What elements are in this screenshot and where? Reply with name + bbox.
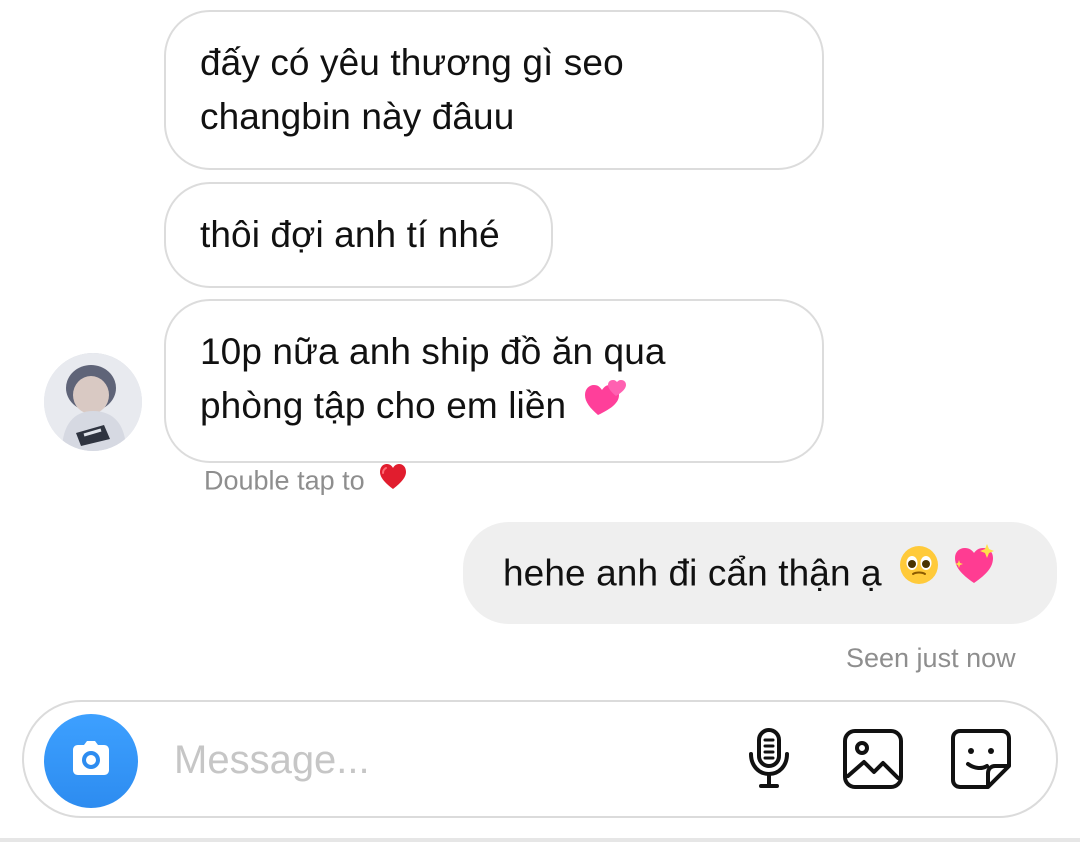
incoming-message-2[interactable]: thôi đợi anh tí nhé — [164, 182, 553, 288]
message-input[interactable] — [174, 732, 694, 788]
microphone-button[interactable] — [734, 726, 804, 796]
pleading-face-icon — [898, 544, 940, 601]
incoming-message-3[interactable]: 10p nữa anh ship đồ ăn qua phòng tập cho… — [164, 299, 824, 463]
seen-status: Seen just now — [846, 643, 1016, 673]
message-3-line-2-row: phòng tập cho em liền — [200, 379, 782, 437]
sticker-icon — [948, 726, 1014, 797]
message-1-line-1: đấy có yêu thương gì seo — [200, 42, 624, 83]
gallery-button[interactable] — [838, 726, 908, 796]
bottom-divider — [0, 838, 1080, 842]
message-2-text: thôi đợi anh tí nhé — [200, 214, 500, 255]
incoming-message-1[interactable]: đấy có yêu thương gì seo changbin này đâ… — [164, 10, 824, 170]
heart-icon — [378, 463, 408, 498]
outgoing-message-1[interactable]: hehe anh đi cẩn thận ạ — [463, 522, 1057, 624]
double-tap-text: Double tap to — [204, 465, 365, 496]
message-composer[interactable] — [22, 700, 1058, 818]
message-1-line-2: changbin này đâuu — [200, 96, 515, 137]
microphone-icon — [743, 726, 795, 797]
camera-button[interactable] — [44, 714, 138, 808]
sender-avatar[interactable] — [44, 353, 142, 451]
sparkling-heart-icon — [950, 543, 998, 602]
two-hearts-icon — [583, 377, 631, 434]
outgoing-message-text: hehe anh đi cẩn thận ạ — [503, 552, 882, 594]
gallery-icon — [840, 726, 906, 797]
message-3-line-1: 10p nữa anh ship đồ ăn qua — [200, 331, 666, 372]
message-3-line-2: phòng tập cho em liền — [200, 385, 567, 426]
camera-icon — [67, 739, 115, 784]
sticker-button[interactable] — [946, 726, 1016, 796]
double-tap-hint: Double tap to — [204, 463, 408, 500]
